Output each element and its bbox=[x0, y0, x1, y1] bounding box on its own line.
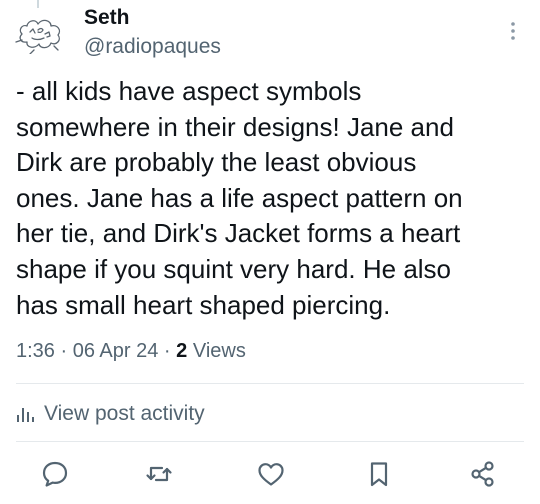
meta-separator: · bbox=[163, 340, 171, 362]
divider bbox=[16, 441, 524, 442]
post-metadata: 1:36 · 06 Apr 24 · 2 Views bbox=[16, 340, 246, 363]
post-body-text: - all kids have aspect symbols somewhere… bbox=[16, 76, 463, 320]
post-date[interactable]: 06 Apr 24 bbox=[73, 340, 159, 362]
bookmark-button[interactable] bbox=[364, 459, 394, 489]
view-post-activity-button[interactable]: View post activity bbox=[16, 401, 205, 427]
like-button[interactable] bbox=[256, 459, 286, 489]
post-time[interactable]: 1:36 bbox=[16, 340, 55, 362]
analytics-bars-icon bbox=[17, 408, 34, 422]
views-label: Views bbox=[192, 340, 246, 362]
thread-connector-line bbox=[37, 0, 39, 8]
author-handle[interactable]: @radiopaques bbox=[84, 35, 221, 59]
heart-icon bbox=[258, 463, 284, 486]
bookmark-icon bbox=[370, 462, 388, 487]
reply-button[interactable] bbox=[40, 459, 70, 489]
views-count: 2 bbox=[176, 340, 188, 362]
reply-bubble-icon bbox=[42, 461, 68, 487]
divider bbox=[16, 383, 524, 384]
share-icon bbox=[471, 461, 494, 487]
more-options-button[interactable] bbox=[500, 18, 526, 44]
meta-separator: · bbox=[60, 340, 68, 362]
author-display-name[interactable]: Seth bbox=[84, 6, 130, 30]
author-avatar[interactable] bbox=[14, 12, 66, 55]
share-button[interactable] bbox=[468, 459, 498, 489]
doodle-avatar-icon bbox=[15, 19, 61, 55]
repost-icon bbox=[146, 466, 172, 482]
repost-button[interactable] bbox=[144, 459, 174, 489]
more-vertical-icon bbox=[511, 22, 515, 40]
view-post-activity-label: View post activity bbox=[44, 402, 205, 425]
